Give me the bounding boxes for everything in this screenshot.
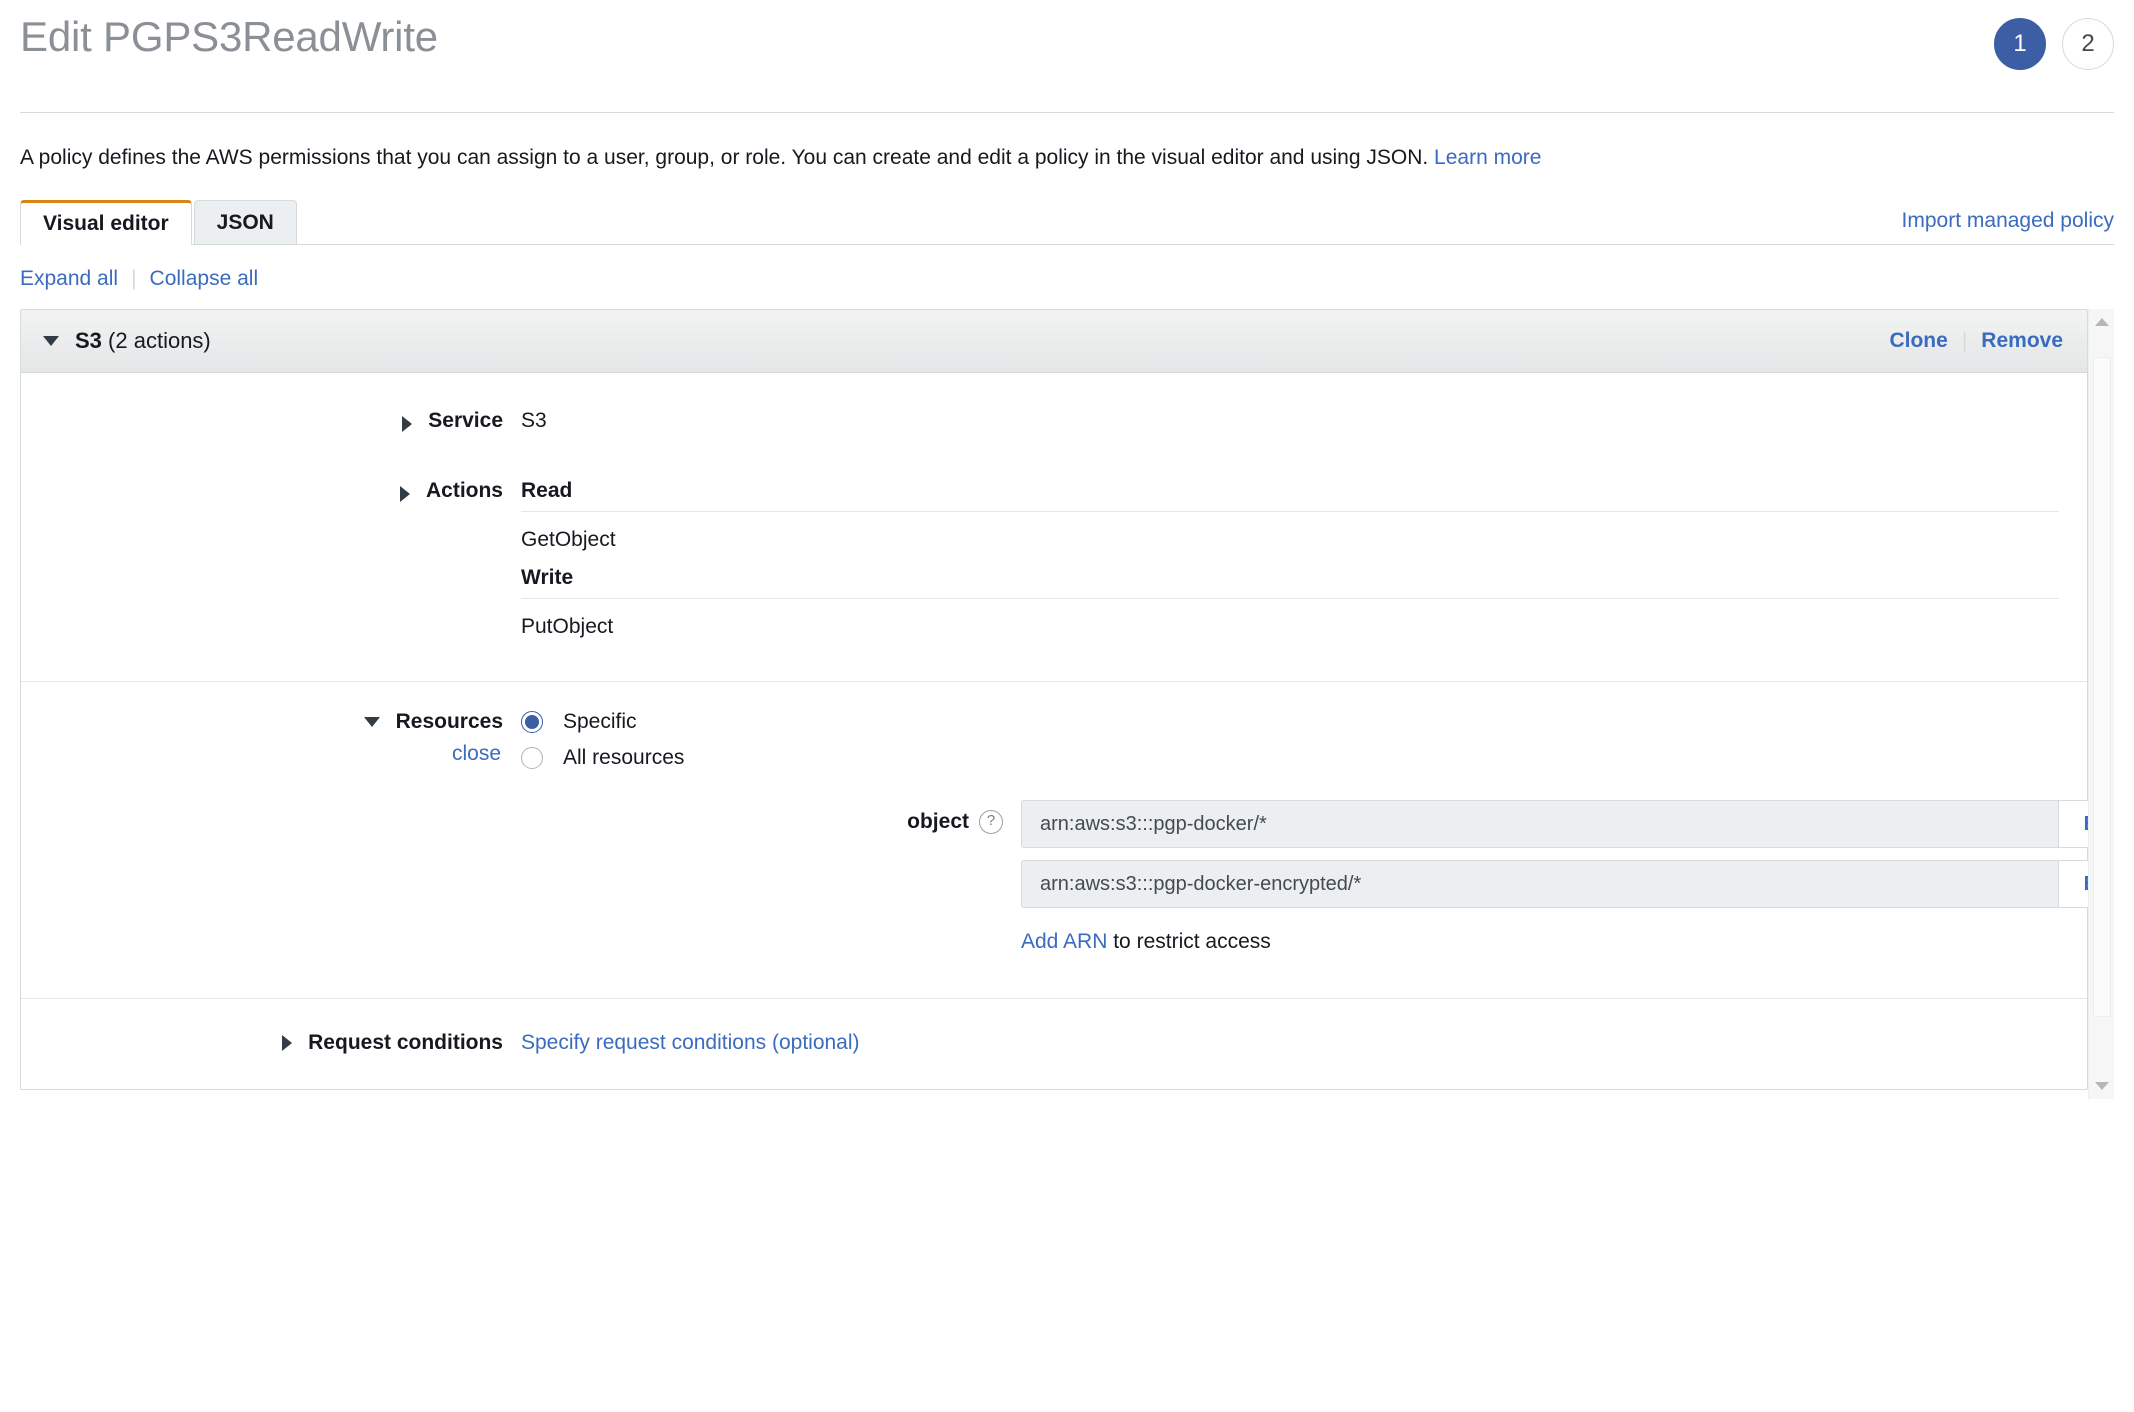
- import-managed-policy-link[interactable]: Import managed policy: [1902, 209, 2114, 233]
- learn-more-link[interactable]: Learn more: [1434, 146, 1541, 169]
- wizard-step-1-label: 1: [2013, 30, 2027, 57]
- page-description-text: A policy defines the AWS permissions tha…: [20, 146, 1429, 169]
- tab-json-label: JSON: [216, 211, 274, 235]
- resources-label-col: Resources close: [21, 710, 521, 766]
- service-body: S3: [521, 409, 2087, 433]
- resources-row: Resources close Specific All resources o…: [21, 682, 2088, 998]
- permission-block-title: S3 (2 actions): [75, 328, 211, 354]
- tab-json[interactable]: JSON: [193, 200, 297, 246]
- radio-all-resources[interactable]: [521, 747, 543, 770]
- clone-permission-link[interactable]: Clone: [1889, 329, 1947, 353]
- arn-rows: arn:aws:s3:::pgp-docker/* EDIT: [1021, 800, 2088, 988]
- visual-editor-body: S3 (2 actions) Clone | Remove Service S3…: [20, 309, 2115, 1100]
- action-group-read: Read GetObject: [521, 479, 2087, 566]
- editor-scroll-region: S3 (2 actions) Clone | Remove Service S3…: [20, 309, 2088, 1099]
- actions-row: Actions Read GetObject Write PutObject: [21, 463, 2087, 681]
- request-conditions-body: Specify request conditions (optional): [521, 1031, 2087, 1055]
- chevron-down-icon[interactable]: [43, 336, 59, 347]
- service-actions-section: Service S3 Actions Read GetObject Write …: [21, 373, 2087, 683]
- radio-specific-label: Specific: [563, 710, 637, 734]
- editor-scrollbar[interactable]: [2088, 309, 2115, 1100]
- request-conditions-section: Request conditions Specify request condi…: [21, 999, 2087, 1089]
- request-conditions-row: Request conditions Specify request condi…: [21, 999, 2087, 1089]
- arn-edit-button-1[interactable]: EDIT: [2058, 801, 2088, 848]
- radio-all-resources-label: All resources: [563, 746, 685, 770]
- arn-input-1[interactable]: arn:aws:s3:::pgp-docker/* EDIT: [1021, 800, 2088, 849]
- add-arn-suffix: to restrict access: [1107, 930, 1271, 954]
- arn-group-label-col: object ?: [521, 800, 1021, 835]
- page-description: A policy defines the AWS permissions tha…: [20, 143, 2114, 172]
- permission-block-header[interactable]: S3 (2 actions) Clone | Remove: [21, 310, 2087, 374]
- chevron-right-icon-service[interactable]: [402, 416, 413, 433]
- chevron-right-icon-actions[interactable]: [399, 486, 410, 503]
- add-arn-row: Add ARN to restrict access: [1021, 930, 2088, 954]
- wizard-step-1[interactable]: 1: [1994, 18, 2046, 70]
- resources-label: Resources: [395, 710, 503, 734]
- resources-label-line: Resources: [21, 710, 503, 734]
- arn-row: arn:aws:s3:::pgp-docker-encrypted/* EDIT: [1021, 860, 2088, 909]
- arn-value-2: arn:aws:s3:::pgp-docker-encrypted/*: [1022, 861, 2058, 908]
- scroll-down-button[interactable]: [2089, 1073, 2115, 1099]
- action-item-putobject: PutObject: [521, 615, 614, 639]
- policy-editor-page: Edit PGPS3ReadWrite 1 2 A policy defines…: [0, 0, 2134, 1412]
- add-arn-link[interactable]: Add ARN: [1021, 930, 1107, 953]
- collapse-all-link[interactable]: Collapse all: [150, 267, 259, 291]
- service-label-col: Service: [21, 409, 521, 433]
- help-icon[interactable]: ?: [979, 810, 1003, 835]
- wizard-step-2-label: 2: [2081, 30, 2095, 57]
- actions-separator: |: [1961, 329, 1968, 353]
- page-title: Edit PGPS3ReadWrite: [20, 13, 438, 60]
- action-group-write: Write PutObject: [521, 566, 2087, 653]
- resources-close-link[interactable]: close: [452, 742, 501, 765]
- actions-body: Read GetObject Write PutObject: [521, 479, 2087, 653]
- expand-collapse-toolbar: Expand all | Collapse all: [20, 267, 2114, 291]
- scroll-down-arrow-icon: [2095, 1082, 2109, 1091]
- permission-actions-count: (2 actions): [108, 328, 211, 354]
- arn-edit-button-2[interactable]: EDIT: [2058, 861, 2088, 908]
- chevron-down-icon-resources[interactable]: [363, 717, 380, 728]
- scroll-up-arrow-icon: [2095, 318, 2109, 327]
- resource-option-specific[interactable]: Specific: [521, 710, 2088, 734]
- resources-body: Specific All resources object ? arn:aws:…: [521, 710, 2088, 988]
- service-label: Service: [428, 409, 503, 433]
- resources-close-line: close: [21, 742, 503, 766]
- scroll-up-button[interactable]: [2089, 309, 2115, 335]
- arn-value-1: arn:aws:s3:::pgp-docker/*: [1022, 801, 2058, 848]
- resource-option-all[interactable]: All resources: [521, 746, 2088, 770]
- arn-row: arn:aws:s3:::pgp-docker/* EDIT: [1021, 800, 2088, 849]
- tabs-underline: [20, 244, 2114, 246]
- tab-visual-editor-label: Visual editor: [43, 212, 169, 236]
- request-conditions-label: Request conditions: [308, 1031, 503, 1055]
- wizard-step-2[interactable]: 2: [2062, 18, 2114, 70]
- wizard-steps: 1 2: [1994, 18, 2114, 70]
- arn-group-label: object: [907, 810, 969, 834]
- service-value: S3: [521, 409, 547, 433]
- editor-tabs: Visual editor JSON: [20, 200, 2114, 246]
- permission-block-s3: S3 (2 actions) Clone | Remove Service S3…: [20, 309, 2088, 1091]
- remove-permission-link[interactable]: Remove: [1981, 329, 2063, 353]
- resources-section: Resources close Specific All resources o…: [21, 682, 2088, 1000]
- expand-all-link[interactable]: Expand all: [20, 267, 118, 291]
- actions-label: Actions: [425, 479, 503, 503]
- request-conditions-label-col: Request conditions: [21, 1031, 521, 1055]
- page-header: Edit PGPS3ReadWrite 1 2: [20, 0, 2114, 113]
- action-group-write-title: Write: [521, 566, 2059, 600]
- action-group-read-title: Read: [521, 479, 2059, 513]
- service-row: Service S3: [21, 373, 2087, 463]
- radio-specific[interactable]: [521, 711, 543, 734]
- specify-request-conditions-link[interactable]: Specify request conditions (optional): [521, 1031, 860, 1054]
- tab-visual-editor[interactable]: Visual editor: [20, 200, 192, 246]
- toolbar-separator: |: [131, 267, 137, 291]
- scrollbar-thumb[interactable]: [2093, 357, 2111, 1018]
- arn-block: object ? arn:aws:s3:::pgp-docker/* EDIT: [521, 800, 2088, 988]
- permission-service-name: S3: [75, 328, 102, 354]
- chevron-right-icon-conditions[interactable]: [282, 1035, 293, 1052]
- permission-block-actions: Clone | Remove: [1889, 329, 2063, 353]
- editor-tabs-row: Visual editor JSON Import managed policy: [20, 200, 2114, 246]
- arn-input-2[interactable]: arn:aws:s3:::pgp-docker-encrypted/* EDIT: [1021, 860, 2088, 909]
- actions-label-col: Actions: [21, 479, 521, 503]
- action-item-getobject: GetObject: [521, 528, 616, 552]
